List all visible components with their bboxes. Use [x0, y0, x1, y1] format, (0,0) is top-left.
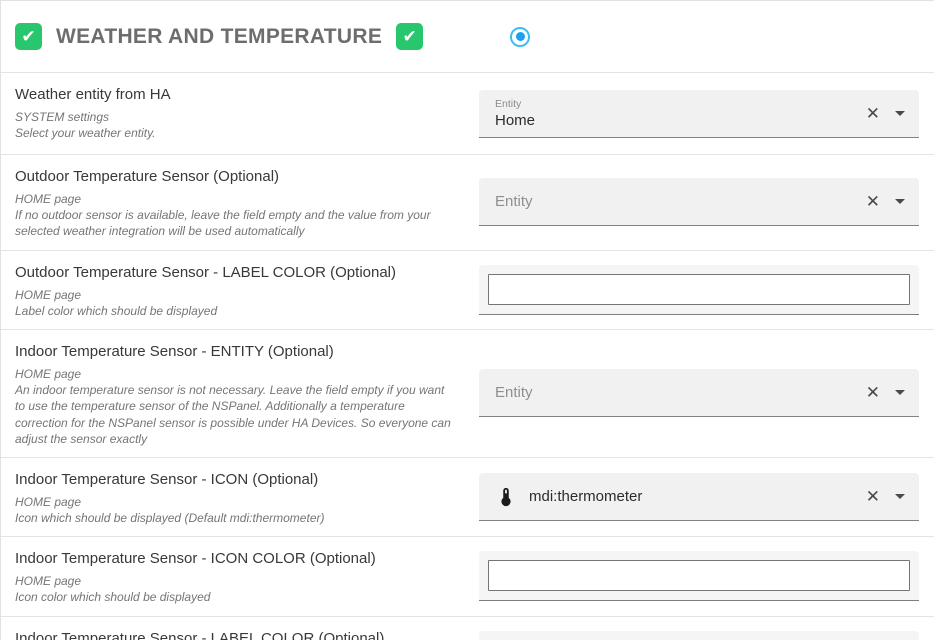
row-title: Indoor Temperature Sensor - ICON COLOR (… [15, 550, 453, 567]
row-field-area: Entity ✕ [479, 330, 919, 457]
clear-icon[interactable]: ✕ [866, 193, 880, 210]
row-context: HOME page [15, 366, 453, 382]
row-description: If no outdoor sensor is available, leave… [15, 207, 453, 239]
thermometer-icon [495, 486, 517, 508]
clear-icon[interactable]: ✕ [866, 105, 880, 122]
select-content: Entity Home [495, 98, 866, 129]
select-value: Home [495, 112, 866, 129]
chevron-down-icon[interactable] [895, 494, 905, 499]
settings-row-outdoor-label-color: Outdoor Temperature Sensor - LABEL COLOR… [1, 250, 934, 329]
row-field-area [479, 251, 919, 329]
settings-row-indoor-icon: Indoor Temperature Sensor - ICON (Option… [1, 457, 934, 536]
text-field-container [479, 265, 919, 315]
row-title: Indoor Temperature Sensor - LABEL COLOR … [15, 630, 453, 640]
row-context: SYSTEM settings [15, 109, 453, 125]
settings-row-outdoor-entity: Outdoor Temperature Sensor (Optional) HO… [1, 154, 934, 250]
row-text-block: Indoor Temperature Sensor - ICON (Option… [1, 458, 479, 536]
indoor-temp-entity-select[interactable]: Entity ✕ [479, 369, 919, 417]
indoor-temp-icon-select[interactable]: mdi:thermometer ✕ [479, 473, 919, 521]
chevron-down-icon[interactable] [895, 199, 905, 204]
text-field-container [479, 631, 919, 640]
row-title: Weather entity from HA [15, 86, 453, 103]
select-placeholder: Entity [495, 384, 866, 401]
chevron-down-icon[interactable] [895, 111, 905, 116]
row-context: HOME page [15, 494, 453, 510]
row-text-block: Indoor Temperature Sensor - LABEL COLOR … [1, 617, 479, 640]
chevron-down-icon[interactable] [895, 390, 905, 395]
row-title: Indoor Temperature Sensor - ENTITY (Opti… [15, 343, 453, 360]
row-context: HOME page [15, 573, 453, 589]
row-context: HOME page [15, 191, 453, 207]
row-description: An indoor temperature sensor is not nece… [15, 382, 453, 447]
row-title: Outdoor Temperature Sensor (Optional) [15, 168, 453, 185]
row-title: Indoor Temperature Sensor - ICON (Option… [15, 471, 453, 488]
row-text-block: Indoor Temperature Sensor - ICON COLOR (… [1, 537, 479, 615]
row-field-area: Entity Home ✕ [479, 73, 919, 154]
select-floating-label: Entity [495, 98, 866, 110]
check-icon: ✔ [21, 28, 35, 45]
section-checkbox-left[interactable]: ✔ [15, 23, 42, 50]
row-text-block: Outdoor Temperature Sensor (Optional) HO… [1, 155, 479, 250]
row-field-area [479, 537, 919, 615]
row-field-area: Entity ✕ [479, 155, 919, 250]
indoor-icon-color-input[interactable] [488, 560, 910, 591]
row-text-block: Weather entity from HA SYSTEM settings S… [1, 73, 479, 154]
outdoor-temp-entity-select[interactable]: Entity ✕ [479, 178, 919, 226]
row-description: Icon color which should be displayed [15, 589, 453, 605]
row-text-block: Outdoor Temperature Sensor - LABEL COLOR… [1, 251, 479, 329]
select-value: mdi:thermometer [529, 488, 866, 505]
row-title: Outdoor Temperature Sensor - LABEL COLOR… [15, 264, 453, 281]
radio-dot-icon [516, 32, 525, 41]
clear-icon[interactable]: ✕ [866, 488, 880, 505]
settings-row-indoor-icon-color: Indoor Temperature Sensor - ICON COLOR (… [1, 536, 934, 615]
clear-icon[interactable]: ✕ [866, 384, 880, 401]
row-description: Label color which should be displayed [15, 303, 453, 319]
row-text-block: Indoor Temperature Sensor - ENTITY (Opti… [1, 330, 479, 457]
weather-entity-select[interactable]: Entity Home ✕ [479, 90, 919, 138]
section-checkbox-right[interactable]: ✔ [396, 23, 423, 50]
check-icon: ✔ [403, 28, 417, 45]
row-description: Icon which should be displayed (Default … [15, 510, 453, 526]
row-field-area [479, 617, 919, 640]
select-placeholder: Entity [495, 193, 866, 210]
text-field-container [479, 551, 919, 601]
row-field-area: mdi:thermometer ✕ [479, 458, 919, 536]
settings-page: ✔ WEATHER AND TEMPERATURE ✔ Weather enti… [0, 0, 934, 640]
settings-row-indoor-label-color: Indoor Temperature Sensor - LABEL COLOR … [1, 616, 934, 640]
settings-row-indoor-entity: Indoor Temperature Sensor - ENTITY (Opti… [1, 329, 934, 457]
row-description: Select your weather entity. [15, 125, 453, 141]
row-context: HOME page [15, 287, 453, 303]
outdoor-label-color-input[interactable] [488, 274, 910, 305]
section-header: ✔ WEATHER AND TEMPERATURE ✔ [1, 1, 934, 72]
radio-button[interactable] [510, 27, 530, 47]
page-title: WEATHER AND TEMPERATURE [56, 25, 382, 49]
settings-row-weather-entity: Weather entity from HA SYSTEM settings S… [1, 72, 934, 154]
